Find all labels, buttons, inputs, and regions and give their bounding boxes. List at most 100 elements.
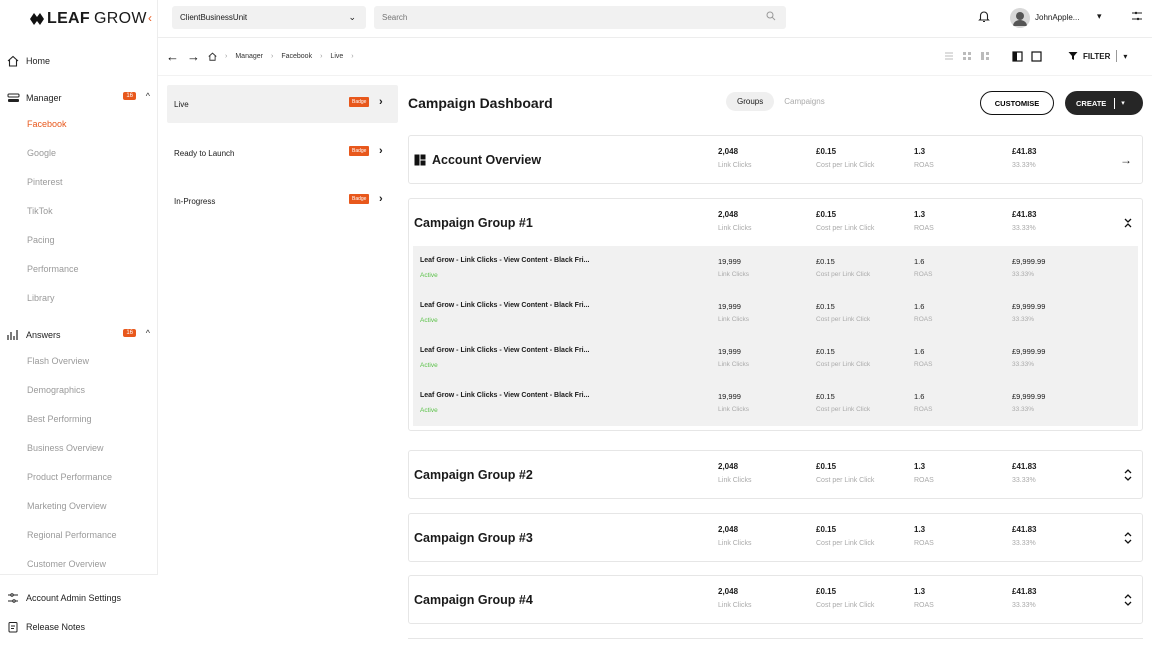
metric-value: 1.6: [914, 257, 925, 266]
single-layout-icon[interactable]: [1031, 51, 1042, 62]
chevron-right-icon: ›: [379, 193, 383, 205]
chevron-up-icon[interactable]: ^: [146, 328, 150, 338]
chevron-up-icon[interactable]: ^: [146, 91, 150, 101]
next-card-edge: [408, 638, 1143, 648]
sidebar-item-business-overview[interactable]: Business Overview: [0, 433, 158, 462]
sidebar-item-flash-overview[interactable]: Flash Overview: [0, 346, 158, 375]
list-view-icon[interactable]: [944, 51, 954, 61]
sidebar-item-facebook[interactable]: Facebook: [0, 109, 158, 138]
sidebar-item-pacing[interactable]: Pacing: [0, 225, 158, 254]
account-overview-title: Account Overview: [432, 153, 542, 167]
metric-link-clicks: 19,999 Link Clicks: [718, 302, 749, 323]
expand-icon[interactable]: [1124, 532, 1132, 544]
campaign-list: Leaf Grow - Link Clicks - View Content -…: [413, 246, 1138, 426]
metric-cpc: £0.15 Cost per Link Click: [816, 392, 870, 413]
status-panel: Live Badge › Ready to Launch Badge › In-…: [158, 76, 404, 648]
chevron-down-icon[interactable]: ▾: [1123, 52, 1127, 61]
metric-value: £0.15: [816, 302, 835, 311]
campaign-group-card[interactable]: Campaign Group #2 2,048 Link Clicks £0.15…: [408, 450, 1143, 499]
sidebar-item-regional-performance[interactable]: Regional Performance: [0, 520, 158, 549]
metric-value: £0.15: [816, 210, 837, 219]
metric-link-clicks: 2,048 Link Clicks: [718, 147, 751, 169]
manager-count-badge: 16: [123, 92, 136, 100]
metric-link-clicks: 19,999 Link Clicks: [718, 257, 749, 278]
status-item-in-progress[interactable]: In-Progress Badge ›: [167, 182, 398, 220]
campaign-group-title: Campaign Group #1: [414, 216, 533, 230]
sidebar-item-home[interactable]: Home: [0, 50, 158, 72]
metric-link-clicks: 19,999 Link Clicks: [718, 392, 749, 413]
campaign-row[interactable]: Leaf Grow - Link Clicks - View Content -…: [413, 246, 1138, 291]
sidebar-item-performance[interactable]: Performance: [0, 254, 158, 283]
sidebar-item-pinterest[interactable]: Pinterest: [0, 167, 158, 196]
grid-view-icon[interactable]: [962, 51, 972, 61]
campaign-group-card[interactable]: Campaign Group #1 2,048 Link Clicks £0.15…: [408, 198, 1143, 431]
metric-label: Cost per Link Click: [816, 540, 875, 547]
status-item-ready-to-launch[interactable]: Ready to Launch Badge ›: [167, 134, 398, 172]
sidebar-item-google[interactable]: Google: [0, 138, 158, 167]
filter-button[interactable]: FILTER ▾: [1068, 50, 1127, 62]
breadcrumb-item-manager[interactable]: Manager: [235, 53, 263, 60]
metric-spend: £41.83 33.33%: [1012, 587, 1036, 609]
expand-icon[interactable]: [1124, 594, 1132, 606]
account-overview-card[interactable]: Account Overview 2,048 Link Clicks £0.15 C…: [408, 135, 1143, 184]
metric-label: Link Clicks: [718, 361, 750, 368]
expand-icon[interactable]: [1124, 469, 1132, 481]
campaign-row[interactable]: Leaf Grow - Link Clicks - View Content -…: [413, 291, 1138, 336]
campaign-row[interactable]: Leaf Grow - Link Clicks - View Content -…: [413, 381, 1138, 426]
settings-sliders-icon[interactable]: [1131, 11, 1143, 21]
metric-label: ROAS: [914, 602, 934, 609]
campaign-group-card[interactable]: Campaign Group #3 2,048 Link Clicks £0.15…: [408, 513, 1143, 562]
collapse-sidebar-button[interactable]: ‹: [143, 9, 157, 27]
breadcrumb-item-live[interactable]: Live: [330, 53, 343, 60]
collapse-icon[interactable]: [1124, 217, 1132, 229]
metric-label: 33.33%: [1012, 162, 1036, 169]
metric-cpc: £0.15 Cost per Link Click: [816, 147, 874, 169]
search-icon[interactable]: [766, 11, 776, 21]
chevron-right-icon: ›: [379, 96, 383, 108]
sidebar-item-demographics[interactable]: Demographics: [0, 375, 158, 404]
create-button[interactable]: CREATE ▾: [1065, 91, 1143, 115]
breadcrumb-item-facebook[interactable]: Facebook: [281, 53, 312, 60]
business-unit-select[interactable]: ClientBusinessUnit ⌄: [172, 6, 366, 29]
sidebar-item-account-admin-settings[interactable]: Account Admin Settings: [0, 583, 158, 612]
campaign-row[interactable]: Leaf Grow - Link Clicks - View Content -…: [413, 336, 1138, 381]
chevron-down-icon[interactable]: ▾: [1097, 11, 1102, 22]
metric-value: 1.3: [914, 587, 926, 596]
sidebar-item-release-notes[interactable]: Release Notes: [0, 612, 158, 641]
metric-label: ROAS: [914, 406, 933, 413]
split-layout-icon[interactable]: [1012, 51, 1023, 62]
sidebar-item-product-performance[interactable]: Product Performance: [0, 462, 158, 491]
customise-button[interactable]: CUSTOMISE: [980, 91, 1054, 115]
forward-arrow-icon[interactable]: →: [187, 49, 200, 64]
bell-icon[interactable]: [978, 10, 990, 23]
logo[interactable]: LEAF GROW: [30, 10, 147, 28]
back-arrow-icon[interactable]: ←: [166, 49, 179, 64]
breadcrumb-bar: ← → › Manager › Facebook › Live › FILTER…: [158, 38, 1152, 76]
sidebar-item-best-performing[interactable]: Best Performing: [0, 404, 158, 433]
status-item-live[interactable]: Live Badge ›: [167, 85, 398, 123]
tab-groups[interactable]: Groups: [726, 92, 775, 111]
home-icon[interactable]: [208, 52, 217, 61]
logo-text-bold: LEAF: [47, 10, 90, 27]
metric-label: ROAS: [914, 477, 934, 484]
metric-value: 1.6: [914, 347, 925, 356]
sidebar-item-library[interactable]: Library: [0, 283, 158, 312]
release-notes-icon: [6, 620, 20, 634]
arrow-right-icon[interactable]: →: [1120, 153, 1132, 167]
tab-campaigns[interactable]: Campaigns: [784, 92, 824, 111]
campaign-group-card[interactable]: Campaign Group #4 2,048 Link Clicks £0.15…: [408, 575, 1143, 624]
metric-label: ROAS: [914, 316, 933, 323]
tile-view-icon[interactable]: [980, 51, 990, 61]
metric-cpc: £0.15 Cost per Link Click: [816, 347, 870, 368]
username[interactable]: JohnApple...: [1035, 13, 1079, 22]
chevron-down-icon: ⌄: [348, 12, 356, 22]
chevron-down-icon[interactable]: ▾: [1121, 99, 1125, 107]
metric-label: ROAS: [914, 225, 934, 232]
sidebar-item-tiktok[interactable]: TikTok: [0, 196, 158, 225]
metric-cpc: £0.15 Cost per Link Click: [816, 210, 874, 232]
metric-label: Link Clicks: [718, 477, 752, 484]
sidebar-item-marketing-overview[interactable]: Marketing Overview: [0, 491, 158, 520]
search-input[interactable]: [374, 6, 786, 29]
metric-label: 33.33%: [1012, 361, 1035, 368]
avatar[interactable]: [1010, 8, 1030, 28]
